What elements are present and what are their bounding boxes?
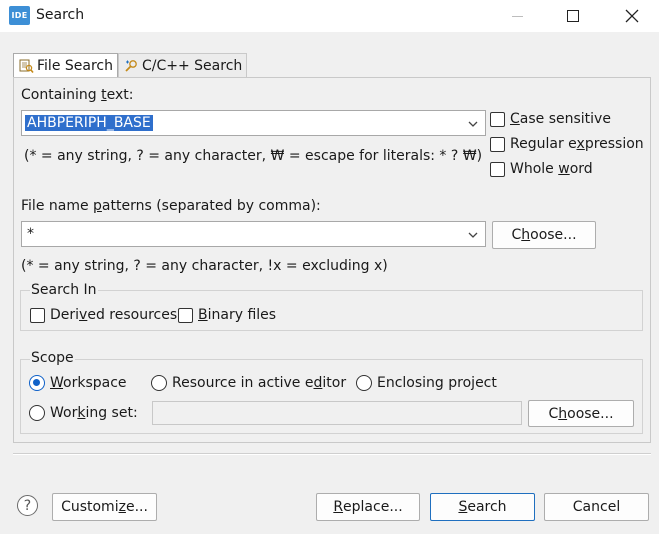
containing-text-hint: (* = any string, ? = any character, ₩ = … <box>24 148 483 164</box>
search-button[interactable]: Search <box>430 493 535 521</box>
active-editor-radio[interactable]: Resource in active editor <box>151 375 346 391</box>
search-tabs: File Search C/C++ Search <box>13 53 248 78</box>
whole-word-checkbox[interactable]: Whole word <box>490 161 593 177</box>
cpp-search-icon <box>125 59 137 72</box>
active-editor-label: Resource in active editor <box>172 375 347 391</box>
containing-text-value: AHBPERIPH_BASE <box>25 115 153 131</box>
tab-cpp-search[interactable]: C/C++ Search <box>117 53 248 77</box>
derived-resources-checkbox[interactable]: Derived resources <box>30 307 177 323</box>
file-patterns-hint: (* = any string, ? = any character, !x =… <box>21 258 388 274</box>
working-set-choose-button[interactable]: Ch oose... <box>528 400 634 427</box>
checkbox-box[interactable] <box>178 307 193 323</box>
radio-circle[interactable] <box>151 375 167 391</box>
whole-word-label: Whole word <box>510 161 593 177</box>
file-patterns-combo[interactable]: * <box>21 221 486 247</box>
tab-file-search-label: File Search <box>37 58 113 74</box>
containing-text-label: Containing text: <box>21 87 134 103</box>
file-patterns-choose-button[interactable]: Ch oose... <box>492 221 596 249</box>
tab-file-search[interactable]: File Search <box>13 53 118 78</box>
chevron-down-icon[interactable] <box>466 117 480 131</box>
checkbox-box[interactable] <box>30 307 45 323</box>
replace-button[interactable]: Replace... <box>316 493 420 521</box>
scope-legend: Scope <box>30 350 75 366</box>
customize-button[interactable]: Customi z e... <box>52 493 157 521</box>
containing-text-combo[interactable]: AHBPERIPH_BASE <box>21 110 486 136</box>
checkbox-box[interactable] <box>490 136 505 152</box>
radio-circle[interactable] <box>29 405 45 421</box>
help-icon: ? <box>23 497 32 514</box>
title-bar: IDE Search <box>0 0 659 32</box>
app-icon: IDE <box>9 6 30 25</box>
working-set-radio[interactable]: Working set: <box>29 405 138 421</box>
case-sensitive-label: Case sensitive <box>510 111 611 127</box>
minimize-button[interactable] <box>494 0 540 32</box>
cancel-button[interactable]: Cancel <box>544 493 649 521</box>
working-set-field[interactable] <box>152 401 522 425</box>
radio-circle[interactable] <box>356 375 372 391</box>
regular-expression-label: Regular expression <box>510 136 644 152</box>
derived-resources-label: Derived resources <box>50 307 178 323</box>
file-patterns-label: File name patterns (separated by comma): <box>21 198 321 214</box>
search-in-legend: Search In <box>30 282 98 298</box>
case-sensitive-checkbox[interactable]: Case sensitive <box>490 111 611 127</box>
working-set-label: Working set: <box>50 405 138 421</box>
workspace-label: Workspace <box>50 375 127 391</box>
footer-separator <box>13 453 651 455</box>
checkbox-box[interactable] <box>490 111 505 127</box>
window-title: Search <box>36 7 85 23</box>
tab-cpp-search-label: C/C++ Search <box>141 57 243 74</box>
radio-circle[interactable] <box>29 375 45 391</box>
binary-files-label: Binary files <box>198 307 277 323</box>
workspace-radio[interactable]: Workspace <box>29 375 127 391</box>
regular-expression-checkbox[interactable]: Regular expression <box>490 136 644 152</box>
enclosing-project-radio[interactable]: Enclosing project <box>356 375 497 391</box>
binary-files-checkbox[interactable]: Binary files <box>178 307 276 323</box>
close-icon <box>625 9 639 23</box>
file-search-icon <box>19 59 34 73</box>
file-patterns-value: * <box>27 226 34 242</box>
file-search-panel: Containing text: AHBPERIPH_BASE (* = any… <box>13 77 651 443</box>
checkbox-box[interactable] <box>490 161 505 177</box>
maximize-button[interactable] <box>550 0 596 32</box>
help-button[interactable]: ? <box>17 495 38 516</box>
chevron-down-icon[interactable] <box>466 228 480 242</box>
enclosing-project-label: Enclosing project <box>377 375 497 391</box>
close-button[interactable] <box>609 0 655 32</box>
